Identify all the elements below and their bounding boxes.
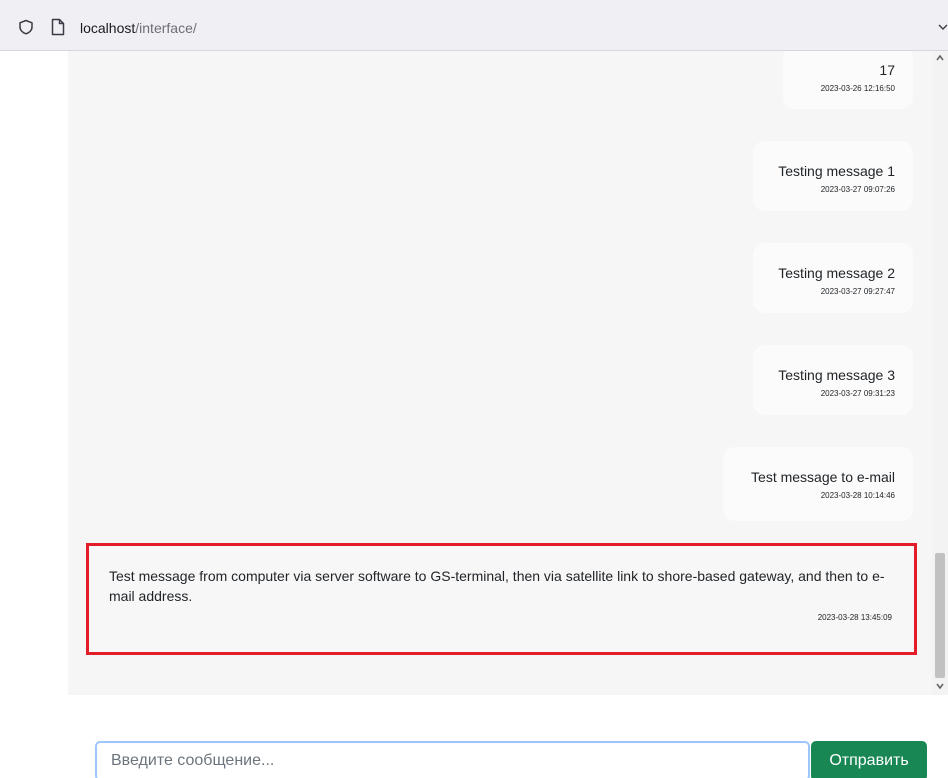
message-bubble: Testing message 1 2023-03-27 09:07:26 (753, 141, 913, 211)
message-timestamp: 2023-03-28 13:45:09 (817, 613, 892, 622)
page: localhost/interface/ 17 2023-03-26 12:16… (0, 0, 948, 778)
chat-scrollbar[interactable] (932, 51, 948, 695)
scroll-down-arrow-icon[interactable] (935, 681, 945, 691)
scroll-up-arrow-icon[interactable] (935, 53, 945, 63)
browser-url-bar[interactable]: localhost/interface/ (0, 0, 948, 51)
chevron-down-icon[interactable] (938, 22, 948, 32)
message-bubble: 17 2023-03-26 12:16:50 (783, 51, 913, 109)
send-button[interactable]: Отправить (811, 741, 927, 778)
message-bubble: Testing message 2 2023-03-27 09:27:47 (753, 243, 913, 313)
message-bubble: Testing message 3 2023-03-27 09:31:23 (753, 345, 913, 415)
message-text: Testing message 1 (778, 163, 895, 179)
address-text[interactable]: localhost/interface/ (80, 20, 197, 36)
shield-icon[interactable] (18, 19, 34, 35)
message-timestamp: 2023-03-27 09:07:26 (820, 185, 895, 194)
message-text: Test message from computer via server so… (109, 568, 885, 604)
url-path: /interface/ (135, 20, 197, 36)
message-timestamp: 2023-03-28 10:14:46 (820, 491, 895, 500)
message-composer: Отправить (95, 741, 927, 778)
message-timestamp: 2023-03-27 09:27:47 (820, 287, 895, 296)
message-text: Testing message 2 (778, 265, 895, 281)
message-text: Test message to e-mail (751, 469, 895, 485)
message-text: 17 (879, 62, 895, 78)
message-list[interactable]: 17 2023-03-26 12:16:50 Testing message 1… (68, 51, 932, 695)
message-timestamp: 2023-03-27 09:31:23 (820, 389, 895, 398)
highlighted-message: Test message from computer via server so… (86, 543, 917, 655)
page-icon (51, 18, 65, 36)
message-bubble: Test message to e-mail 2023-03-28 10:14:… (723, 447, 913, 521)
message-timestamp: 2023-03-26 12:16:50 (820, 84, 895, 93)
message-input[interactable] (95, 741, 810, 778)
url-host: localhost (80, 20, 136, 36)
message-text: Testing message 3 (778, 367, 895, 383)
scrollbar-thumb[interactable] (935, 553, 945, 678)
